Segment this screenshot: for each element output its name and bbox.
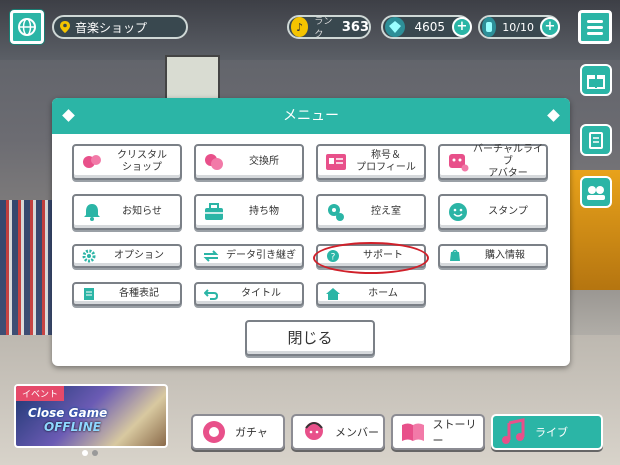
location-label: 音楽ショップ xyxy=(75,20,148,35)
clipboard-icon xyxy=(589,132,603,149)
home-button[interactable]: ホーム xyxy=(316,282,426,306)
support-button[interactable]: ? サポート xyxy=(316,244,426,268)
title-screen-label: タイトル xyxy=(241,288,281,299)
support-label: サポート xyxy=(363,250,403,261)
rank-label: ランク xyxy=(314,17,333,40)
book-icon xyxy=(399,418,427,446)
gift-icon xyxy=(587,75,605,89)
exchange-button[interactable]: 交換所 xyxy=(194,144,304,180)
title-screen-button[interactable]: タイトル xyxy=(194,282,304,306)
nav-gacha-label: ガチャ xyxy=(235,426,268,439)
event-tag: イベント xyxy=(16,386,65,401)
purchase-info-button[interactable]: 購入情報 xyxy=(438,244,548,268)
menu-button[interactable] xyxy=(578,10,612,44)
diamond-ornament-icon xyxy=(62,109,75,122)
waiting-room-label: 控え室 xyxy=(371,206,401,217)
notices-label: お知らせ xyxy=(122,206,162,217)
purchase-info-icon xyxy=(446,248,464,264)
top-bar: 音楽ショップ ♪ ランク 363 4605 + 10/10 + xyxy=(0,0,620,50)
options-label: オプション xyxy=(114,250,164,261)
profile-label: 称号＆ プロフィール xyxy=(356,150,416,173)
nav-member-label: メンバー xyxy=(335,426,379,439)
svg-text:?: ? xyxy=(331,253,336,263)
location-pill: 音楽ショップ xyxy=(52,15,188,39)
bag-icon xyxy=(202,201,226,223)
globe-icon xyxy=(18,18,36,36)
hamburger-line xyxy=(587,31,603,35)
banner-pager xyxy=(82,450,98,456)
home-icon xyxy=(324,286,342,302)
nav-live-button[interactable]: ライブ xyxy=(491,414,603,450)
bell-icon xyxy=(80,201,104,223)
hamburger-line xyxy=(587,19,603,23)
rank-pill: ♪ ランク 363 xyxy=(287,15,371,40)
present-box-button[interactable] xyxy=(580,64,612,96)
document-icon xyxy=(80,286,98,302)
add-energy-button[interactable]: + xyxy=(540,17,560,37)
options-button[interactable]: オプション xyxy=(72,244,182,268)
stamp-button[interactable]: スタンプ xyxy=(438,194,548,230)
nav-story-label: ストーリー xyxy=(432,418,477,447)
legal-notices-label: 各種表記 xyxy=(119,288,159,299)
profile-button[interactable]: 称号＆ プロフィール xyxy=(316,144,426,180)
data-transfer-label: データ引き継ぎ xyxy=(226,250,296,261)
music-note-icon: ♪ xyxy=(291,17,309,37)
add-crystal-button[interactable]: + xyxy=(452,17,472,37)
rank-value: 363 xyxy=(341,19,369,35)
purchase-info-label: 購入情報 xyxy=(485,250,525,261)
question-icon: ? xyxy=(324,248,342,264)
nav-live-label: ライブ xyxy=(535,426,568,439)
energy-bottle-icon xyxy=(482,17,497,37)
notices-button[interactable]: お知らせ xyxy=(72,194,182,230)
waiting-room-button[interactable]: 控え室 xyxy=(316,194,426,230)
avatar-icon xyxy=(446,151,470,173)
data-transfer-icon xyxy=(202,248,220,264)
diamond-ornament-icon xyxy=(547,109,560,122)
music-note-icon xyxy=(499,418,529,446)
pager-dot[interactable] xyxy=(92,450,98,456)
virtual-live-avatar-label: バーチャルライブ アバター xyxy=(473,144,543,179)
home-label: ホーム xyxy=(368,288,398,299)
event-title: Close Game xyxy=(28,406,108,420)
smile-icon xyxy=(446,201,470,223)
crystal-shop-label: クリスタル ショップ xyxy=(117,150,167,173)
mission-button[interactable] xyxy=(580,124,612,156)
nav-story-button[interactable]: ストーリー xyxy=(391,414,485,450)
friends-icon xyxy=(587,186,605,200)
crystal-value: 4605 xyxy=(414,20,445,34)
return-icon xyxy=(202,286,220,302)
inventory-label: 持ち物 xyxy=(249,206,279,217)
globe-button[interactable] xyxy=(10,10,44,44)
menu-header: メニュー xyxy=(52,98,570,134)
exchange-label: 交換所 xyxy=(249,156,279,167)
pager-dot-active[interactable] xyxy=(82,450,88,456)
member-icon xyxy=(299,418,329,446)
event-subtitle: OFFLINE xyxy=(44,420,101,434)
waiting-room-icon xyxy=(324,201,348,223)
close-button[interactable]: 閉じる xyxy=(245,320,375,356)
virtual-live-avatar-button[interactable]: バーチャルライブ アバター xyxy=(438,144,548,180)
crystal-icon xyxy=(385,17,405,37)
crystal-icon xyxy=(80,151,104,173)
location-pin-icon xyxy=(60,21,70,33)
crystal-shop-button[interactable]: クリスタル ショップ xyxy=(72,144,182,180)
exchange-icon xyxy=(202,151,226,173)
stamp-label: スタンプ xyxy=(488,206,528,217)
gear-icon xyxy=(80,248,98,264)
friends-button[interactable] xyxy=(580,176,612,208)
data-transfer-button[interactable]: データ引き継ぎ xyxy=(194,244,304,268)
legal-notices-button[interactable]: 各種表記 xyxy=(72,282,182,306)
hamburger-line xyxy=(587,25,603,29)
menu-modal: メニュー クリスタル ショップ 交換所 称号＆ プロフィール バーチャルライブ … xyxy=(52,98,570,366)
event-banner[interactable]: イベント Close Game OFFLINE xyxy=(14,384,168,448)
energy-value: 10/10 xyxy=(502,20,534,34)
inventory-button[interactable]: 持ち物 xyxy=(194,194,304,230)
profile-card-icon xyxy=(324,151,348,173)
gacha-icon xyxy=(199,418,229,446)
nav-member-button[interactable]: メンバー xyxy=(291,414,385,450)
nav-gacha-button[interactable]: ガチャ xyxy=(191,414,285,450)
menu-title: メニュー xyxy=(283,108,339,124)
